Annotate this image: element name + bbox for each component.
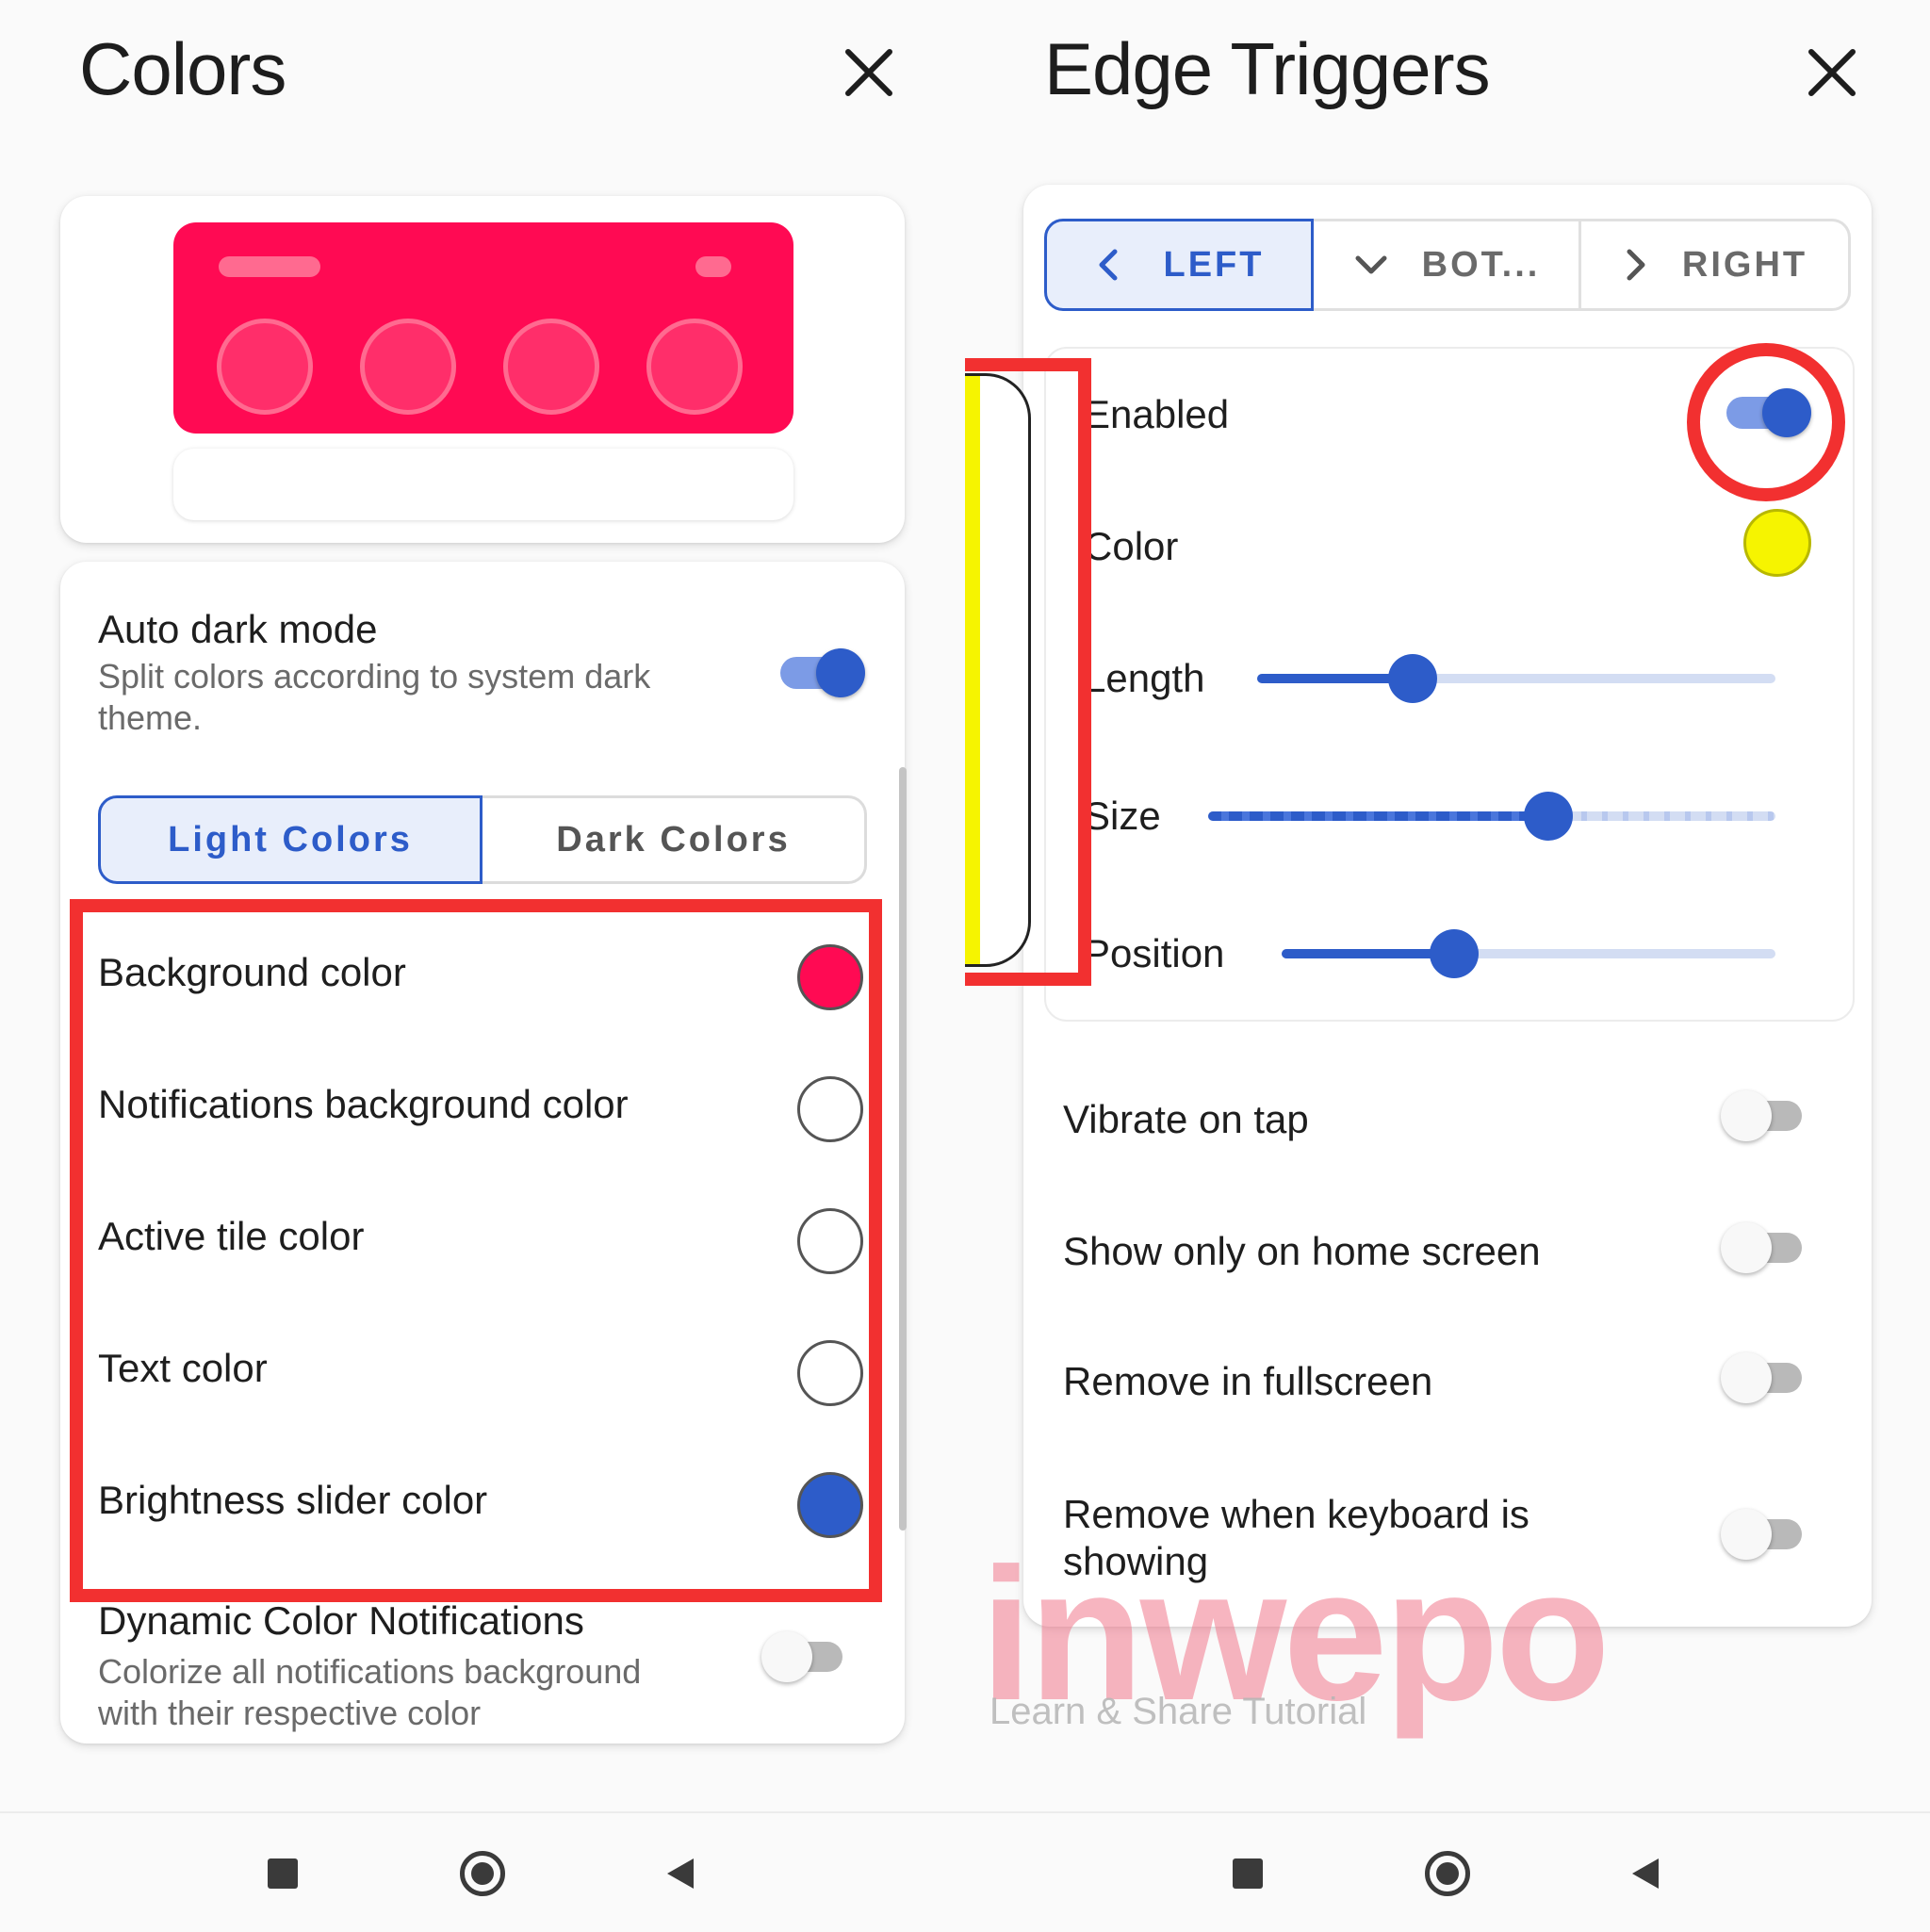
tab-label: Light Colors xyxy=(168,819,413,860)
position-slider[interactable] xyxy=(1282,925,1775,982)
close-icon[interactable] xyxy=(1804,44,1860,101)
tab-right[interactable]: RIGHT xyxy=(1581,219,1851,311)
length-slider-thumb[interactable] xyxy=(1388,654,1437,703)
enabled-label: Enabled xyxy=(1084,392,1230,436)
color-label: Color xyxy=(1084,524,1179,568)
tab-label: BOT... xyxy=(1421,244,1541,285)
highlight-box-edge-preview xyxy=(965,358,1091,986)
size-label: Size xyxy=(1084,794,1161,838)
position-label: Position xyxy=(1084,931,1225,975)
tab-bottom[interactable]: BOT... xyxy=(1314,219,1581,311)
remove-in-fullscreen-toggle[interactable] xyxy=(1721,1351,1811,1404)
show-only-home-row[interactable]: Show only on home screen xyxy=(1023,1193,1872,1306)
highlight-box-color-rows xyxy=(70,899,882,1602)
preview-tile xyxy=(360,319,456,415)
auto-dark-mode-toggle[interactable] xyxy=(780,647,871,699)
watermark-tagline: Learn & Share Tutorial xyxy=(990,1691,1367,1732)
tab-label: RIGHT xyxy=(1681,244,1808,285)
tab-label: Dark Colors xyxy=(556,819,791,860)
preview-panel xyxy=(173,222,793,434)
vibrate-on-tap-row[interactable]: Vibrate on tap xyxy=(1023,1061,1872,1174)
chevron-down-icon xyxy=(1355,255,1387,274)
color-preview-card xyxy=(60,196,905,543)
dynamic-color-notifications-label: Dynamic Color Notifications xyxy=(98,1598,584,1643)
auto-dark-mode-description: Split colors according to system dark th… xyxy=(98,657,651,737)
size-slider-fill xyxy=(1208,811,1548,821)
recents-square-icon[interactable] xyxy=(1233,1858,1263,1889)
vibrate-on-tap-toggle[interactable] xyxy=(1721,1089,1811,1142)
remove-in-fullscreen-row[interactable]: Remove in fullscreen xyxy=(1023,1323,1872,1436)
recents-square-icon[interactable] xyxy=(268,1858,298,1889)
preview-header-dot xyxy=(695,256,731,277)
back-triangle-icon[interactable] xyxy=(663,1855,697,1892)
preview-tile xyxy=(503,319,599,415)
close-icon[interactable] xyxy=(841,44,897,101)
size-slider-thumb[interactable] xyxy=(1524,792,1573,841)
edge-triggers-title: Edge Triggers xyxy=(1044,27,1491,110)
navigation-bar xyxy=(0,1811,1930,1932)
preview-notification xyxy=(173,449,793,520)
length-slider[interactable] xyxy=(1257,650,1775,707)
tab-label: LEFT xyxy=(1163,244,1265,285)
dynamic-color-notifications-toggle[interactable] xyxy=(761,1630,852,1683)
remove-in-fullscreen-label: Remove in fullscreen xyxy=(1063,1359,1433,1403)
tab-light-colors[interactable]: Light Colors xyxy=(98,795,482,884)
remove-keyboard-toggle[interactable] xyxy=(1721,1508,1811,1561)
tab-dark-colors[interactable]: Dark Colors xyxy=(482,795,867,884)
back-triangle-icon[interactable] xyxy=(1628,1855,1662,1892)
highlight-circle-enabled-toggle xyxy=(1687,343,1845,501)
chevron-left-icon xyxy=(1099,249,1117,281)
home-circle-icon[interactable] xyxy=(1425,1851,1470,1896)
show-only-home-label: Show only on home screen xyxy=(1063,1229,1541,1273)
preview-header-bar xyxy=(219,256,320,277)
auto-dark-mode-label: Auto dark mode xyxy=(98,607,378,651)
size-slider[interactable] xyxy=(1208,788,1775,844)
preview-tile xyxy=(646,319,743,415)
chevron-right-icon xyxy=(1627,249,1645,281)
length-label: Length xyxy=(1084,656,1205,700)
position-slider-thumb[interactable] xyxy=(1430,929,1479,978)
show-only-home-toggle[interactable] xyxy=(1721,1221,1811,1274)
tab-left[interactable]: LEFT xyxy=(1044,219,1314,311)
dynamic-color-notifications-description: Colorize all notifications background wi… xyxy=(98,1652,642,1732)
vibrate-on-tap-label: Vibrate on tap xyxy=(1063,1097,1309,1141)
home-circle-icon[interactable] xyxy=(460,1851,505,1896)
position-slider-fill xyxy=(1282,949,1454,958)
colors-title: Colors xyxy=(79,27,286,110)
preview-tile xyxy=(217,319,313,415)
edge-color-swatch[interactable] xyxy=(1743,509,1811,577)
scrollbar[interactable] xyxy=(899,767,907,1531)
